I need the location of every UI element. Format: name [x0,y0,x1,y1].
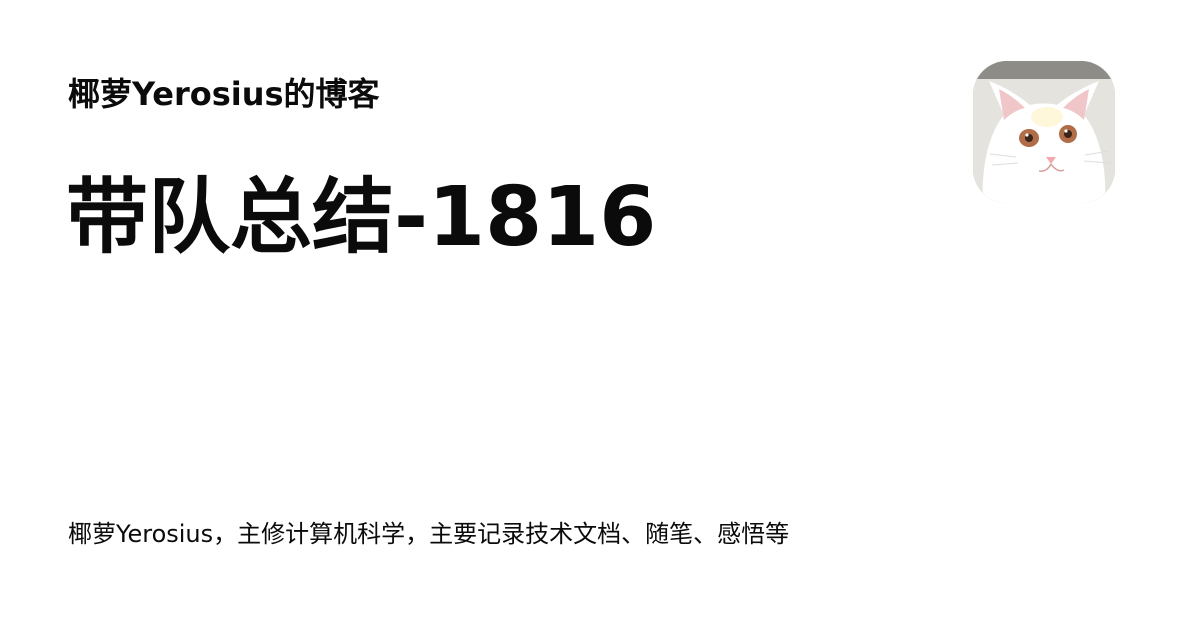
site-name: 椰萝Yerosius的博客 [68,75,380,113]
cat-avatar-icon [973,61,1115,203]
post-title: 带队总结-1816 [66,170,657,265]
site-description: 椰萝Yerosius，主修计算机科学，主要记录技术文档、随笔、感悟等 [68,520,790,548]
avatar [973,61,1115,203]
